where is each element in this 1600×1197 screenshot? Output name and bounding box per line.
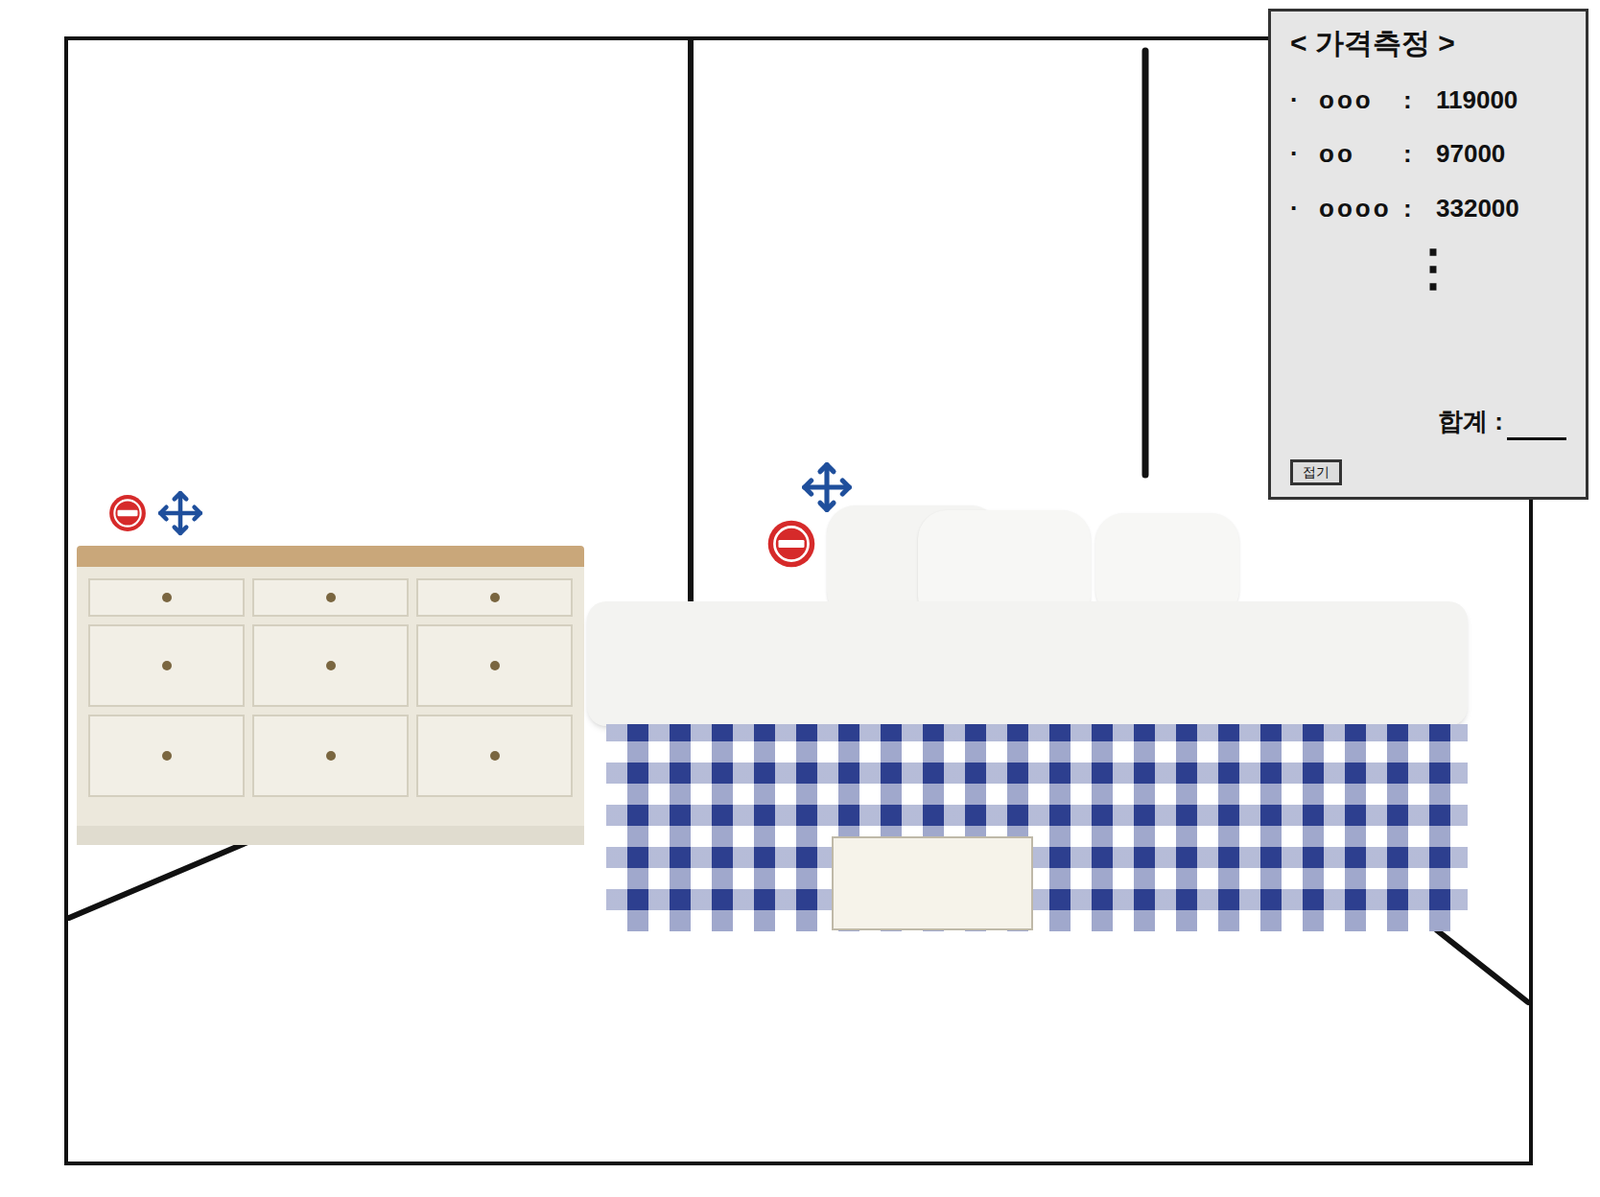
total-row: 합계 : [1290, 402, 1567, 441]
bed-image[interactable] [587, 505, 1468, 932]
remove-icon[interactable] [107, 493, 148, 534]
remove-icon[interactable] [765, 517, 818, 570]
price-item: ·oo:97000 [1290, 138, 1567, 170]
price-item: ·oooo:332000 [1290, 192, 1567, 225]
panel-title: < 가격측정 > [1290, 24, 1567, 62]
price-item: ·ooo:119000 [1290, 84, 1567, 117]
dresser-image[interactable] [76, 545, 585, 846]
move-icon[interactable] [156, 489, 205, 538]
room-canvas: < 가격측정 > ·ooo:119000 ·oo:97000 ·oooo:332000… [0, 0, 1600, 1197]
collapse-button[interactable]: 접기 [1290, 459, 1342, 487]
ellipsis: ⋮ [1408, 242, 1459, 293]
price-panel: < 가격측정 > ·ooo:119000 ·oo:97000 ·oooo:332000… [1268, 8, 1589, 500]
